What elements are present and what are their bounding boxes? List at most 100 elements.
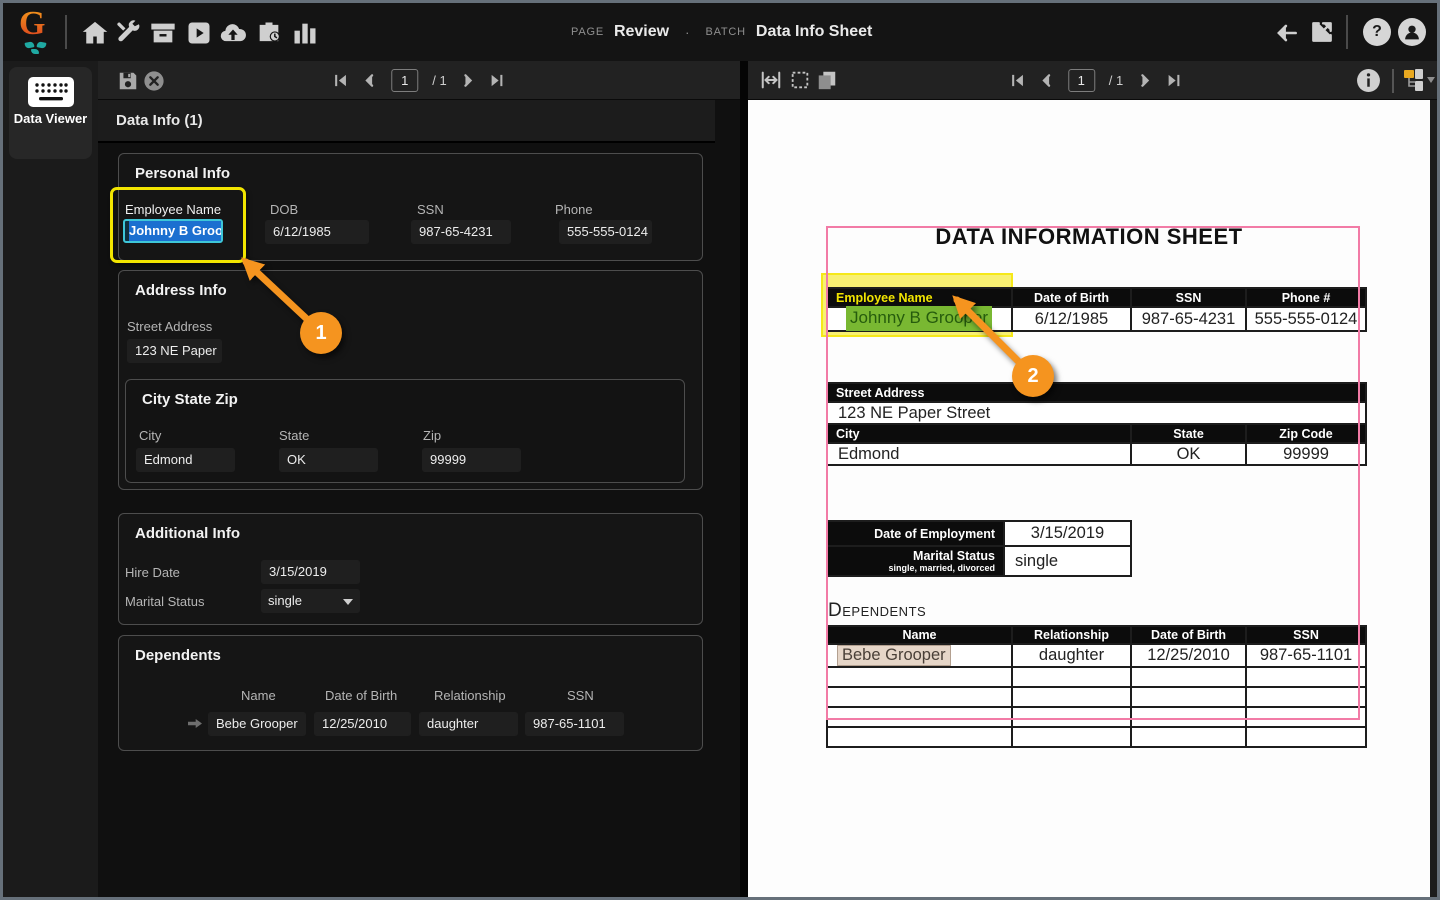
- save-icon[interactable]: [117, 70, 139, 92]
- dependents-col-dob: Date of Birth: [325, 688, 397, 703]
- doc-td-zip: 99999: [1246, 443, 1366, 465]
- next-page-icon[interactable]: [461, 73, 476, 88]
- keyboard-icon: [28, 77, 74, 107]
- hire-date-label: Hire Date: [125, 565, 180, 580]
- doc-dep-td-ssn: 987-65-1101: [1246, 644, 1366, 667]
- dependent-name-field[interactable]: Bebe Grooper: [208, 712, 306, 736]
- doc-dep-empty-cell: [1012, 707, 1131, 727]
- hire-date-field[interactable]: 3/15/2019: [261, 560, 360, 584]
- doc-dep-empty-cell: [1012, 667, 1131, 687]
- last-page-icon[interactable]: [1166, 73, 1181, 88]
- doc-td-phone: 555-555-0124: [1246, 307, 1366, 331]
- help-icon[interactable]: ?: [1363, 18, 1391, 46]
- dependent-dob-field[interactable]: 12/25/2010: [314, 712, 411, 736]
- previous-page-icon[interactable]: [1039, 73, 1054, 88]
- doc-th-city: City: [827, 424, 1131, 443]
- image-viewer-panel: 1 / 1 DATA INFORMATION SHEET: [748, 61, 1440, 900]
- previous-page-icon[interactable]: [362, 73, 377, 88]
- breadcrumb-separator: ·: [679, 25, 695, 40]
- section-dependents: Dependents Name Date of Birth Relationsh…: [118, 635, 703, 751]
- marital-status-select[interactable]: single: [261, 589, 360, 613]
- next-page-icon[interactable]: [1137, 73, 1152, 88]
- doc-th-employee-name: Employee Name: [827, 288, 1012, 307]
- section-title: Dependents: [135, 647, 221, 664]
- doc-employment-table: Date of Employment 3/15/2019 Marital Sta…: [826, 520, 1132, 577]
- doc-th-phone: Phone #: [1246, 288, 1366, 307]
- jobs-icon[interactable]: [255, 19, 283, 47]
- doc-dep-empty-cell: [1131, 727, 1246, 747]
- topbar-divider: [65, 15, 67, 49]
- toolbar-divider: [1392, 69, 1394, 93]
- top-bar: G PAGE Review · BAT: [3, 3, 1437, 61]
- sidebar-item-data-viewer[interactable]: Data Viewer: [9, 67, 92, 159]
- employee-name-field[interactable]: Johnny B Grooper: [123, 219, 223, 243]
- tools-icon[interactable]: [115, 19, 143, 47]
- account-icon[interactable]: [1398, 18, 1426, 46]
- city-field[interactable]: Edmond: [136, 448, 235, 472]
- stats-icon[interactable]: [291, 19, 319, 47]
- document-type-header[interactable]: Data Info (1): [98, 100, 715, 143]
- fit-width-icon[interactable]: [760, 69, 782, 91]
- doc-dep-th-name: Name: [827, 626, 1012, 644]
- close-icon[interactable]: [143, 70, 165, 92]
- dependents-col-name: Name: [241, 688, 276, 703]
- ssn-label: SSN: [417, 202, 444, 217]
- doc-dep-empty-cell: [1246, 687, 1366, 707]
- info-icon[interactable]: [1356, 68, 1381, 93]
- doc-dep-th-ssn: SSN: [1246, 626, 1366, 644]
- section-personal-info: Personal Info Employee Name Johnny B Gro…: [118, 153, 703, 261]
- doc-marital-options: single, married, divorced: [828, 563, 995, 573]
- batches-icon[interactable]: [149, 19, 177, 47]
- dependent-relationship-field[interactable]: daughter: [419, 712, 518, 736]
- doc-td-state: OK: [1131, 443, 1246, 465]
- zip-field[interactable]: 99999: [422, 448, 521, 472]
- state-label: State: [279, 428, 309, 443]
- street-address-field[interactable]: 123 NE Paper: [127, 339, 222, 363]
- open-external-icon[interactable]: [1309, 19, 1335, 45]
- ssn-field[interactable]: 987-65-4231: [411, 220, 511, 244]
- page-number-input[interactable]: 1: [391, 69, 418, 92]
- section-title: City State Zip: [142, 391, 238, 408]
- page-number-input[interactable]: 1: [1068, 69, 1095, 92]
- doc-dependents-heading: Dependents: [828, 600, 926, 622]
- street-address-label: Street Address: [127, 319, 212, 334]
- pages-icon[interactable]: [816, 69, 838, 91]
- marquee-icon[interactable]: [789, 69, 811, 91]
- doc-dep-empty-cell: [827, 687, 1012, 707]
- last-page-icon[interactable]: [490, 73, 505, 88]
- doc-dep-empty-cell: [1131, 667, 1246, 687]
- doc-td-ssn: 987-65-4231: [1131, 307, 1246, 331]
- tasks-icon[interactable]: [185, 19, 213, 47]
- doc-dep-empty-cell: [827, 667, 1012, 687]
- doc-th-street: Street Address: [827, 383, 1366, 402]
- doc-dep-td-name: Bebe Grooper: [827, 644, 1012, 667]
- back-icon[interactable]: [1274, 20, 1300, 46]
- first-page-icon[interactable]: [1010, 73, 1025, 88]
- section-address-info: Address Info Street Address 123 NE Paper…: [118, 270, 703, 490]
- home-icon[interactable]: [81, 19, 109, 47]
- document-page[interactable]: DATA INFORMATION SHEET Employee Name Dat…: [748, 100, 1430, 900]
- callout-2-badge: 2: [1012, 355, 1054, 397]
- grooper-logo-leaf: [31, 49, 39, 54]
- page-value: Review: [614, 23, 669, 41]
- doc-td-street: 123 NE Paper Street: [827, 402, 1366, 424]
- viewer-scrollbar[interactable]: [1430, 100, 1440, 900]
- doc-dep-empty-cell: [1246, 727, 1366, 747]
- panel-divider[interactable]: [740, 61, 748, 900]
- doc-td-employment-date: 3/15/2019: [1004, 521, 1131, 546]
- first-page-icon[interactable]: [333, 73, 348, 88]
- section-city-state-zip: City State Zip City Edmond State OK Zip …: [125, 379, 685, 483]
- dob-field[interactable]: 6/12/1985: [265, 220, 369, 244]
- page-label: PAGE: [571, 26, 604, 38]
- batch-value: Data Info Sheet: [756, 23, 872, 41]
- grooper-logo[interactable]: G: [19, 5, 59, 59]
- dob-label: DOB: [270, 202, 298, 217]
- row-selector-icon[interactable]: [188, 719, 202, 728]
- dependent-ssn-field[interactable]: 987-65-1101: [525, 712, 624, 736]
- tree-dropdown-icon[interactable]: [1402, 68, 1436, 93]
- section-title: Additional Info: [135, 525, 240, 542]
- phone-field[interactable]: 555-555-0124: [559, 220, 652, 244]
- doc-th-ssn: SSN: [1131, 288, 1246, 307]
- state-field[interactable]: OK: [279, 448, 378, 472]
- upload-icon[interactable]: [219, 19, 247, 47]
